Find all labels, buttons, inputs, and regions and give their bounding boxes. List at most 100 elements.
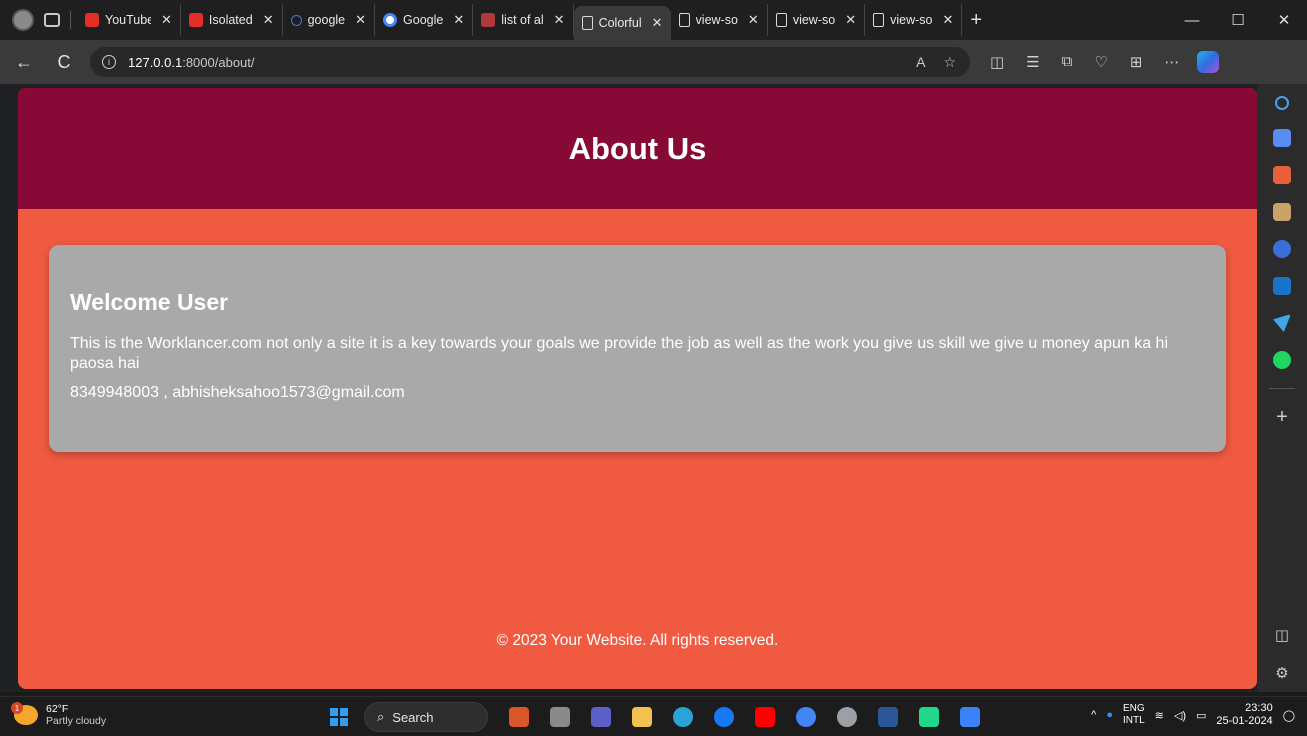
notifications-bell-icon[interactable]: ◯ <box>1283 709 1295 722</box>
favorites-icon[interactable]: ☰ <box>1026 53 1039 71</box>
read-aloud-icon[interactable]: A <box>916 54 925 71</box>
weather-condition: Partly cloudy <box>46 715 107 727</box>
file-explorer-icon[interactable] <box>632 707 652 727</box>
close-tab-icon[interactable]: ✕ <box>355 12 366 28</box>
outlook-icon[interactable] <box>1273 277 1291 295</box>
contact-info: 8349948003 , abhisheksahoo1573@gmail.com <box>70 384 405 401</box>
search-icon <box>290 14 302 26</box>
tab-google-search[interactable]: google ✕ <box>283 4 376 36</box>
profile-avatar[interactable] <box>12 9 34 31</box>
about-card: Welcome User This is the Worklancer.com … <box>49 245 1226 452</box>
tab-view-source-1[interactable]: view-so ✕ <box>671 4 768 36</box>
browser-essentials-icon[interactable]: ♡ <box>1094 53 1107 71</box>
teams-icon[interactable] <box>591 707 611 727</box>
settings-more-icon[interactable]: ⋯ <box>1164 53 1179 71</box>
tab-list-of-all[interactable]: list of al ✕ <box>473 4 574 36</box>
page-footer: © 2023 Your Website. All rights reserved… <box>496 632 779 649</box>
extensions-icon[interactable]: ⊞ <box>1130 53 1143 71</box>
window-controls: — ☐ ✕ <box>1169 0 1307 40</box>
add-sidebar-app-icon[interactable]: + <box>1276 407 1288 427</box>
pdf-icon <box>481 13 496 27</box>
task-view-icon[interactable] <box>550 707 570 727</box>
document-icon <box>678 13 690 27</box>
edge-sidebar: + ◫ ⚙ <box>1257 84 1307 694</box>
facebook-icon[interactable] <box>714 707 734 727</box>
spotify-icon[interactable] <box>1273 351 1291 369</box>
page-header: About Us <box>18 88 1257 209</box>
tab-actions-icon[interactable] <box>44 13 60 27</box>
send-icon[interactable] <box>1273 314 1291 332</box>
close-tab-icon[interactable]: ✕ <box>942 12 953 28</box>
page-title: About Us <box>568 130 707 166</box>
pycharm-icon[interactable] <box>919 707 939 727</box>
back-button[interactable]: ← <box>8 46 40 78</box>
search-icon: ⌕ <box>377 709 385 724</box>
notification-badge: 1 <box>11 702 23 714</box>
tab-colorful-active[interactable]: Colorful ✕ <box>573 6 671 40</box>
weather-widget[interactable]: 1 62°F Partly cloudy <box>11 702 107 727</box>
collections-icon[interactable]: ⧉ <box>1062 53 1073 71</box>
reload-button[interactable]: C <box>48 46 80 78</box>
bluetooth-icon[interactable]: ● <box>1106 709 1113 721</box>
tab-isolated[interactable]: Isolated ✕ <box>181 4 283 36</box>
chevron-up-icon[interactable]: ^ <box>1091 709 1096 721</box>
url-host: 127.0.0.1 <box>128 54 183 70</box>
close-tab-icon[interactable]: ✕ <box>652 15 663 31</box>
close-tab-icon[interactable]: ✕ <box>453 12 464 28</box>
microsoft-365-icon[interactable] <box>1273 240 1291 258</box>
close-tab-icon[interactable]: ✕ <box>263 12 274 28</box>
favorite-star-icon[interactable]: ☆ <box>943 54 956 71</box>
new-tab-button[interactable]: + <box>970 9 982 32</box>
address-bar[interactable]: i 127.0.0.1:8000/about/ A ☆ <box>90 47 970 77</box>
site-info-icon[interactable]: i <box>102 55 116 69</box>
close-window-button[interactable]: ✕ <box>1261 0 1307 40</box>
tab-view-source-3[interactable]: view-so ✕ <box>865 4 963 36</box>
youtube-icon[interactable] <box>755 707 775 727</box>
battery-icon[interactable]: ▭ <box>1196 709 1206 722</box>
maximize-button[interactable]: ☐ <box>1215 0 1261 40</box>
google-icon <box>383 13 398 27</box>
clock-date: 25-01-2024 <box>1216 715 1273 727</box>
volume-icon[interactable]: ◁) <box>1174 709 1186 722</box>
search-label: Search <box>392 709 434 725</box>
chrome-icon[interactable] <box>796 707 816 727</box>
split-screen-icon[interactable]: ◫ <box>990 53 1004 71</box>
word-icon[interactable] <box>878 707 898 727</box>
widgets-app-icon[interactable] <box>509 707 529 727</box>
close-tab-icon[interactable]: ✕ <box>554 12 565 28</box>
tab-youtube[interactable]: YouTube ✕ <box>77 4 181 36</box>
browser-toolbar: ← C i 127.0.0.1:8000/about/ A ☆ ◫ ☰ ⧉ ♡ … <box>0 40 1307 84</box>
windows-taskbar: 1 62°F Partly cloudy ⌕ Search ^ ● ENG IN… <box>0 696 1307 736</box>
tools-icon[interactable] <box>1273 166 1291 184</box>
copilot-icon[interactable] <box>1197 51 1220 73</box>
search-icon[interactable] <box>1275 96 1289 110</box>
sidebar-settings-gear-icon[interactable]: ⚙ <box>1275 664 1288 682</box>
shopping-tag-icon[interactable] <box>1273 129 1291 147</box>
tab-google[interactable]: Google ✕ <box>375 4 474 36</box>
close-tab-icon[interactable]: ✕ <box>161 12 172 28</box>
hide-sidebar-icon[interactable]: ◫ <box>1275 626 1289 644</box>
notepad-icon[interactable] <box>960 707 980 727</box>
games-icon[interactable] <box>1273 203 1291 221</box>
about-description: This is the Worklancer.com not only a si… <box>70 335 1168 372</box>
language-indicator[interactable]: ENG INTL <box>1123 703 1145 727</box>
close-tab-icon[interactable]: ✕ <box>845 12 856 28</box>
taskbar-search[interactable]: ⌕ Search <box>364 702 488 732</box>
welcome-heading: Welcome User <box>70 289 229 315</box>
browser-tab-strip: YouTube ✕ Isolated ✕ google ✕ Google ✕ list … <box>0 0 1307 40</box>
document-icon <box>873 13 885 27</box>
system-tray: ^ ● ENG INTL ≋ ◁) ▭ 23:30 25-01-2024 ◯ <box>1091 702 1295 728</box>
tab-view-source-2[interactable]: view-so ✕ <box>768 4 866 36</box>
youtube-icon <box>85 13 99 27</box>
minimize-button[interactable]: — <box>1169 0 1215 40</box>
tab-list: YouTube ✕ Isolated ✕ google ✕ Google ✕ list … <box>77 0 982 40</box>
clock[interactable]: 23:30 25-01-2024 <box>1216 702 1272 728</box>
settings-gear-icon[interactable] <box>837 707 857 727</box>
close-tab-icon[interactable]: ✕ <box>748 12 759 28</box>
page-viewport: About Us Welcome User This is the Workla… <box>18 88 1257 689</box>
partly-cloudy-icon: 1 <box>11 702 38 725</box>
weather-temp: 62°F <box>46 703 69 715</box>
start-button-icon[interactable] <box>330 708 348 726</box>
wifi-icon[interactable]: ≋ <box>1155 709 1164 722</box>
edge-browser-icon[interactable] <box>673 707 693 727</box>
